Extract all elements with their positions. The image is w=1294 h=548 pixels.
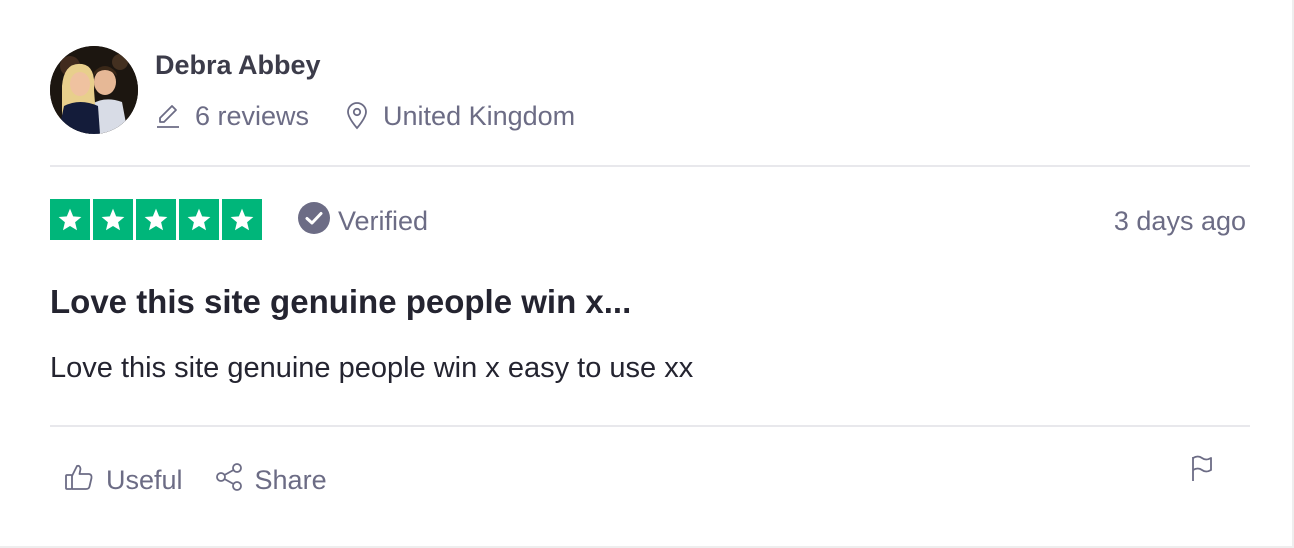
reviewer-name[interactable]: Debra Abbey — [155, 50, 321, 81]
review-date: 3 days ago — [1113, 206, 1246, 236]
star-icon — [187, 208, 211, 230]
review-card: Debra Abbey 6 reviews United Kingdom Ver… — [0, 0, 1294, 548]
review-body: Love this site genuine people win x easy… — [50, 352, 694, 384]
flag-icon — [1188, 455, 1216, 488]
star-icon — [144, 208, 168, 230]
divider-bottom — [50, 425, 1250, 427]
verified-label: Verified — [338, 205, 429, 236]
avatar[interactable] — [50, 46, 138, 134]
divider-top — [50, 165, 1250, 167]
location-label: United Kingdom — [383, 100, 576, 131]
star-3 — [136, 199, 176, 240]
review-actions: Useful Share — [64, 462, 327, 498]
star-icon — [230, 208, 254, 230]
reviews-count-label: 6 reviews — [195, 100, 310, 131]
share-label: Share — [254, 464, 327, 495]
star-icon — [101, 208, 125, 230]
useful-button[interactable]: Useful — [64, 462, 183, 499]
star-rating — [50, 199, 262, 240]
star-5 — [222, 199, 262, 240]
star-1 — [50, 199, 90, 240]
star-4 — [179, 199, 219, 240]
check-circle-icon — [298, 201, 330, 241]
reviews-count: 6 reviews — [155, 101, 309, 132]
report-button[interactable] — [1188, 454, 1216, 484]
share-icon — [215, 462, 243, 499]
star-icon — [58, 208, 82, 230]
review-title[interactable]: Love this site genuine people win x... — [50, 283, 631, 321]
share-button[interactable]: Share — [215, 462, 327, 499]
pencil-icon — [155, 103, 181, 129]
star-2 — [93, 199, 133, 240]
thumbs-up-icon — [64, 462, 94, 499]
useful-label: Useful — [106, 464, 183, 495]
reviewer-location: United Kingdom — [345, 101, 575, 132]
reviewer-meta: 6 reviews United Kingdom — [155, 98, 575, 134]
verified-badge[interactable]: Verified — [298, 201, 429, 241]
map-pin-icon — [345, 102, 369, 130]
